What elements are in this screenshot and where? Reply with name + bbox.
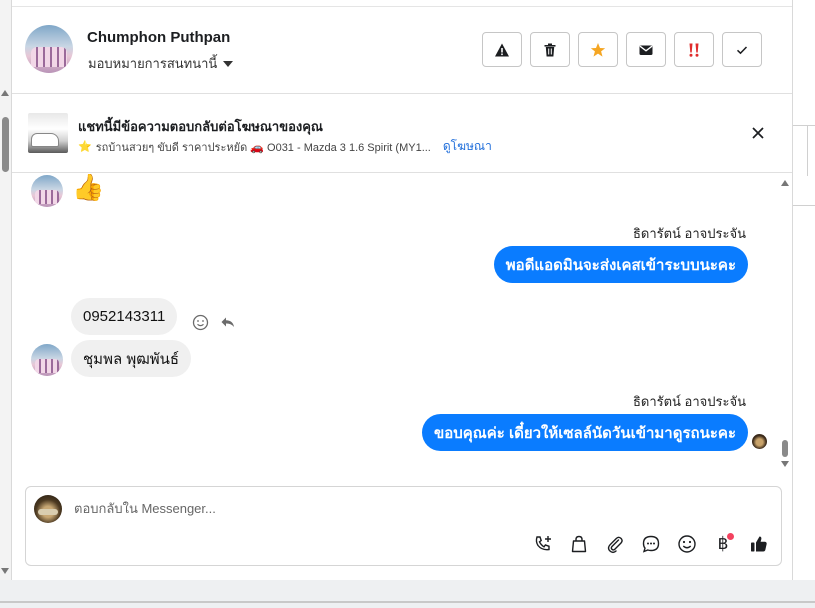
warning-icon xyxy=(495,43,509,56)
shopping-bag-button[interactable] xyxy=(568,533,590,555)
double-exclamation-icon xyxy=(689,43,699,57)
header-actions xyxy=(482,32,762,67)
message-thread[interactable]: 👍 ธิดารัตน์ อาจประจัน พอดีแอดมินจะส่งเคส… xyxy=(12,174,792,474)
seen-receipt-avatar xyxy=(752,434,767,449)
delete-button[interactable] xyxy=(530,32,570,67)
message-hover-tools xyxy=(192,314,236,331)
caret-down-icon xyxy=(223,60,234,67)
mark-unread-button[interactable] xyxy=(626,32,666,67)
attach-button[interactable] xyxy=(604,533,626,555)
scroll-up-arrow-icon[interactable] xyxy=(1,90,9,96)
paperclip-icon xyxy=(607,536,623,554)
view-ad-link[interactable]: ดูโฆษณา xyxy=(443,137,492,156)
call-button[interactable] xyxy=(532,533,554,555)
ad-description: รถบ้านสวยๆ ขับดี ราคาประหยัด 🚗 O031 - Ma… xyxy=(95,141,431,154)
done-button[interactable] xyxy=(722,32,762,67)
payment-button[interactable]: ฿ xyxy=(712,533,734,555)
message-sender-name: ธิดารัตน์ อาจประจัน xyxy=(632,394,746,409)
star-button[interactable] xyxy=(578,32,618,67)
contact-name[interactable]: Chumphon Puthpan xyxy=(87,29,230,46)
ad-thumbnail[interactable] xyxy=(28,113,68,153)
reply-arrow-icon[interactable] xyxy=(219,314,236,331)
window-bottom-edge xyxy=(0,580,815,608)
star-icon xyxy=(590,42,606,57)
scroll-down-arrow-icon[interactable] xyxy=(1,568,9,574)
smiley-icon xyxy=(678,535,696,553)
contact-avatar-small xyxy=(31,175,63,207)
reply-composer: ฿ xyxy=(25,486,782,566)
thread-scroll-down-icon[interactable] xyxy=(781,461,789,467)
spam-button[interactable] xyxy=(674,32,714,67)
thread-scroll-up-icon[interactable] xyxy=(781,180,789,186)
envelope-icon xyxy=(639,45,653,55)
contact-avatar[interactable] xyxy=(25,25,73,73)
saved-replies-button[interactable] xyxy=(640,533,662,555)
conversation-panel: Chumphon Puthpan มอบหมายการสนทนานี้ แชทน… xyxy=(11,0,793,580)
shopping-bag-icon xyxy=(571,535,587,553)
incoming-message-bubble[interactable]: ชุมพล พุฒพันธ์ xyxy=(71,340,192,377)
ad-banner-subtitle: ⭐ รถบ้านสวยๆ ขับดี ราคาประหยัด 🚗 O031 - … xyxy=(78,137,492,156)
ad-banner-title: แชทนี้มีข้อความตอบกลับต่อโฆษณาของคุณ xyxy=(78,119,323,134)
side-panel-edge xyxy=(793,0,815,580)
send-like-button[interactable] xyxy=(748,533,770,555)
assign-label: มอบหมายการสนทนานี้ xyxy=(88,56,218,71)
emoji-button[interactable] xyxy=(676,533,698,555)
check-icon xyxy=(736,45,748,54)
react-smiley-icon[interactable] xyxy=(192,314,209,331)
incoming-message-bubble[interactable]: 0952143311 xyxy=(71,298,178,335)
message-sender-name: ธิดารัตน์ อาจประจัน xyxy=(632,226,746,241)
assign-conversation-dropdown[interactable]: มอบหมายการสนทนานี้ xyxy=(88,53,234,74)
outgoing-message-bubble[interactable]: ขอบคุณค่ะ เดี๋ยวให้เซลล์นัดวันเข้ามาดูรถ… xyxy=(421,414,748,451)
page-scrollbar[interactable] xyxy=(0,0,11,580)
thumbs-up-icon xyxy=(751,536,767,552)
thumbs-up-message[interactable]: 👍 xyxy=(72,174,104,202)
contact-avatar-small xyxy=(31,344,63,376)
thread-scroll-thumb[interactable] xyxy=(782,440,788,457)
chat-bubble-icon xyxy=(642,535,660,553)
outgoing-message-bubble[interactable]: พอดีแอดมินจะส่งเคสเข้าระบบนะคะ xyxy=(493,246,748,283)
composer-toolbar: ฿ xyxy=(532,533,770,555)
conversation-header: Chumphon Puthpan มอบหมายการสนทนานี้ xyxy=(12,6,792,94)
phone-plus-icon xyxy=(535,536,551,551)
page-avatar xyxy=(34,495,62,523)
page-scroll-thumb[interactable] xyxy=(2,117,9,172)
report-button[interactable] xyxy=(482,32,522,67)
thread-scrollbar[interactable] xyxy=(779,178,791,468)
notification-dot xyxy=(727,533,734,540)
reply-input[interactable] xyxy=(74,501,674,516)
trash-icon xyxy=(544,43,556,56)
close-icon[interactable] xyxy=(748,123,768,143)
ad-reply-banner: แชทนี้มีข้อความตอบกลับต่อโฆษณาของคุณ ⭐ ร… xyxy=(12,95,792,173)
star-emoji-icon: ⭐ xyxy=(78,141,92,153)
